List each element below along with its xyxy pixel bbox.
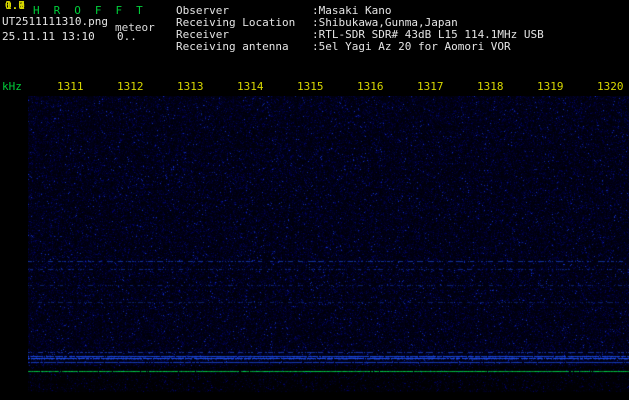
spectrogram-canvas (28, 96, 629, 400)
meta-label-receiver: Receiver (176, 28, 229, 41)
meta-value-receiver: :RTL-SDR SDR# 43dB L15 114.1MHz USB (312, 28, 544, 41)
meta-label-location: Receiving Location (176, 16, 296, 29)
time-label-1314: 1314 (237, 80, 264, 93)
meta-value-location: :Shibukawa,Gunma,Japan (312, 16, 458, 29)
y-axis-unit: kHz (2, 80, 22, 93)
time-label-1319: 1319 (537, 80, 564, 93)
meta-label-antenna: Receiving antenna (176, 40, 289, 53)
hrofft-screen: HROFFT UT2511111310.png meteor 25.11.11 … (0, 0, 629, 400)
output-filename: UT2511111310.png (2, 15, 108, 28)
time-label-1311: 1311 (57, 80, 84, 93)
meta-label-observer: Observer (176, 4, 229, 17)
meta-value-observer: :Masaki Kano (312, 4, 392, 17)
meta-value-antenna: :5el Yagi Az 20 for Aomori VOR (312, 40, 511, 53)
time-label-1313: 1313 (177, 80, 204, 93)
freq-label-0_6: 0.6 (5, 0, 25, 12)
time-label-1320: 1320 (597, 80, 624, 93)
counter-label: 0.. (117, 30, 137, 43)
time-label-1316: 1316 (357, 80, 384, 93)
time-label-1312: 1312 (117, 80, 144, 93)
time-label-1315: 1315 (297, 80, 324, 93)
datetime-label: 25.11.11 13:10 (2, 30, 95, 43)
time-label-1317: 1317 (417, 80, 444, 93)
time-label-1318: 1318 (477, 80, 504, 93)
